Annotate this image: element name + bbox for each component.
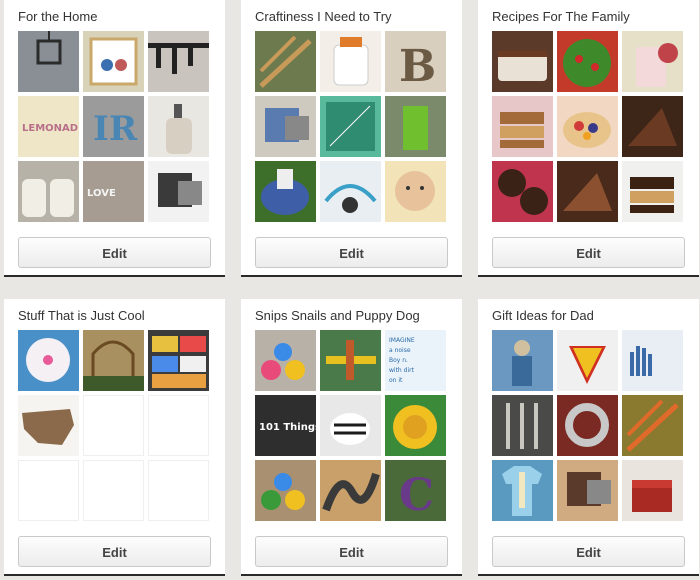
keychain-thumb[interactable] bbox=[557, 395, 618, 456]
zebra-toy-thumb[interactable] bbox=[320, 395, 381, 456]
clothespin-plane-thumb[interactable] bbox=[320, 330, 381, 391]
chocolate-cake-thumb[interactable] bbox=[622, 96, 683, 157]
board-card[interactable]: Stuff That is Just Cool Edit bbox=[4, 299, 225, 576]
wooden-spoons-thumb[interactable] bbox=[255, 31, 316, 92]
candy-sticks-thumb[interactable] bbox=[622, 395, 683, 456]
thumbnail-text: IMAGINE bbox=[389, 337, 415, 344]
empty-slot-7 bbox=[18, 460, 79, 521]
red-gift-box-thumb[interactable] bbox=[622, 460, 683, 521]
word-art-thumb[interactable]: IMAGINE a noise Boy n. with dirt on it bbox=[385, 330, 446, 391]
handprint-art-thumb[interactable] bbox=[622, 330, 683, 391]
brownie-cookies-thumb[interactable] bbox=[492, 161, 553, 222]
thumbnail-text: 101 Things To Do bbox=[259, 422, 316, 433]
edit-board-button[interactable]: Edit bbox=[255, 237, 448, 268]
edit-board-button[interactable]: Edit bbox=[255, 536, 448, 567]
ice-cream-cake-thumb[interactable] bbox=[492, 31, 553, 92]
empty-slot-9 bbox=[148, 460, 209, 521]
edit-board-button[interactable]: Edit bbox=[492, 237, 685, 268]
lemonade-sign-thumb[interactable]: LEMONADE bbox=[18, 96, 79, 157]
photo-frame-thumb[interactable] bbox=[557, 460, 618, 521]
board-card[interactable]: For the Home LEMONADE IR & LOVE Edit bbox=[4, 0, 225, 277]
wood-letter-b-thumb[interactable]: B bbox=[385, 31, 446, 92]
fruit-tart-thumb[interactable] bbox=[557, 96, 618, 157]
edit-board-button[interactable]: Edit bbox=[18, 237, 211, 268]
baby-shirt-thumb[interactable] bbox=[385, 161, 446, 222]
board-card[interactable]: Gift Ideas for Dad Edit bbox=[478, 299, 699, 576]
svg-text:Boy n.: Boy n. bbox=[389, 357, 408, 364]
salad-thumb[interactable] bbox=[557, 31, 618, 92]
board-title[interactable]: Gift Ideas for Dad bbox=[492, 308, 594, 323]
mr-and-sign-thumb[interactable]: IR & bbox=[83, 96, 144, 157]
thumbnail-text: B bbox=[399, 41, 436, 92]
green-apron-thumb[interactable] bbox=[385, 96, 446, 157]
svg-text:on it: on it bbox=[389, 377, 403, 384]
edit-board-button[interactable]: Edit bbox=[18, 536, 211, 567]
edit-board-button[interactable]: Edit bbox=[492, 536, 685, 567]
sock-snake-thumb[interactable] bbox=[320, 460, 381, 521]
fork-art-thumb[interactable] bbox=[492, 395, 553, 456]
garden-ornament-thumb[interactable] bbox=[83, 330, 144, 391]
flower-marshmallow-thumb[interactable] bbox=[18, 330, 79, 391]
sugar-jars-thumb[interactable] bbox=[18, 161, 79, 222]
empty-slot-8 bbox=[83, 460, 144, 521]
fabric-basket-thumb[interactable] bbox=[255, 161, 316, 222]
shirt-card-thumb[interactable] bbox=[492, 460, 553, 521]
board-thumbnail-grid bbox=[18, 330, 209, 521]
cricut-mat-thumb[interactable] bbox=[320, 96, 381, 157]
board-thumbnail-grid bbox=[492, 330, 683, 521]
board-thumbnail-grid bbox=[492, 31, 683, 222]
board-title[interactable]: Stuff That is Just Cool bbox=[18, 308, 145, 323]
caramel-bars-thumb[interactable] bbox=[492, 96, 553, 157]
sugar-scrub-jar-thumb[interactable] bbox=[320, 31, 381, 92]
headphones-thumb[interactable] bbox=[320, 161, 381, 222]
kitchen-rack-thumb[interactable] bbox=[148, 31, 209, 92]
board-card[interactable]: Snips Snails and Puppy Dog IMAGINE a noise… bbox=[241, 299, 462, 576]
license-plates-thumb[interactable] bbox=[148, 330, 209, 391]
printed-photo-thumb[interactable] bbox=[255, 96, 316, 157]
photo-canvas-thumb[interactable] bbox=[148, 161, 209, 222]
lemonade-bar-thumb[interactable] bbox=[622, 31, 683, 92]
board-card[interactable]: Recipes For The Family Edit bbox=[478, 0, 699, 277]
layered-bars-thumb[interactable] bbox=[622, 161, 683, 222]
board-thumbnail-grid: B bbox=[255, 31, 446, 222]
love-letters-thumb[interactable]: LOVE bbox=[83, 161, 144, 222]
thumbnail-text: C bbox=[399, 470, 434, 521]
empty-slot-6 bbox=[148, 395, 209, 456]
finger-paint-thumb[interactable] bbox=[255, 460, 316, 521]
board-title[interactable]: Recipes For The Family bbox=[492, 9, 630, 24]
kid-poster-thumb[interactable] bbox=[492, 330, 553, 391]
thumbnail-text: LEMONADE bbox=[22, 123, 79, 134]
mrs-chandelier-thumb[interactable] bbox=[18, 31, 79, 92]
toddler-things-thumb[interactable]: 101 Things To Do bbox=[255, 395, 316, 456]
lion-puppet-thumb[interactable] bbox=[385, 395, 446, 456]
svg-text:a noise: a noise bbox=[389, 347, 411, 354]
thumbnail-text: LOVE bbox=[87, 188, 116, 199]
empty-slot-5 bbox=[83, 395, 144, 456]
usa-map-thumb[interactable] bbox=[18, 395, 79, 456]
soap-dispenser-thumb[interactable] bbox=[148, 96, 209, 157]
board-thumbnail-grid: LEMONADE IR & LOVE bbox=[18, 31, 209, 222]
board-title[interactable]: Craftiness I Need to Try bbox=[255, 9, 392, 24]
letter-c-thumb[interactable]: C bbox=[385, 460, 446, 521]
board-title[interactable]: For the Home bbox=[18, 9, 97, 24]
superman-shirt-thumb[interactable] bbox=[557, 330, 618, 391]
chocolate-slice-thumb[interactable] bbox=[557, 161, 618, 222]
svg-text:with dirt: with dirt bbox=[389, 367, 415, 374]
board-thumbnail-grid: IMAGINE a noise Boy n. with dirt on it 101 Th… bbox=[255, 330, 446, 521]
paint-cups-thumb[interactable] bbox=[255, 330, 316, 391]
board-title[interactable]: Snips Snails and Puppy Dog bbox=[255, 308, 420, 323]
board-card[interactable]: Craftiness I Need to Try B Edit bbox=[241, 0, 462, 277]
thumbnail-text: IR & bbox=[93, 109, 144, 149]
doodle-portrait-thumb[interactable] bbox=[83, 31, 144, 92]
